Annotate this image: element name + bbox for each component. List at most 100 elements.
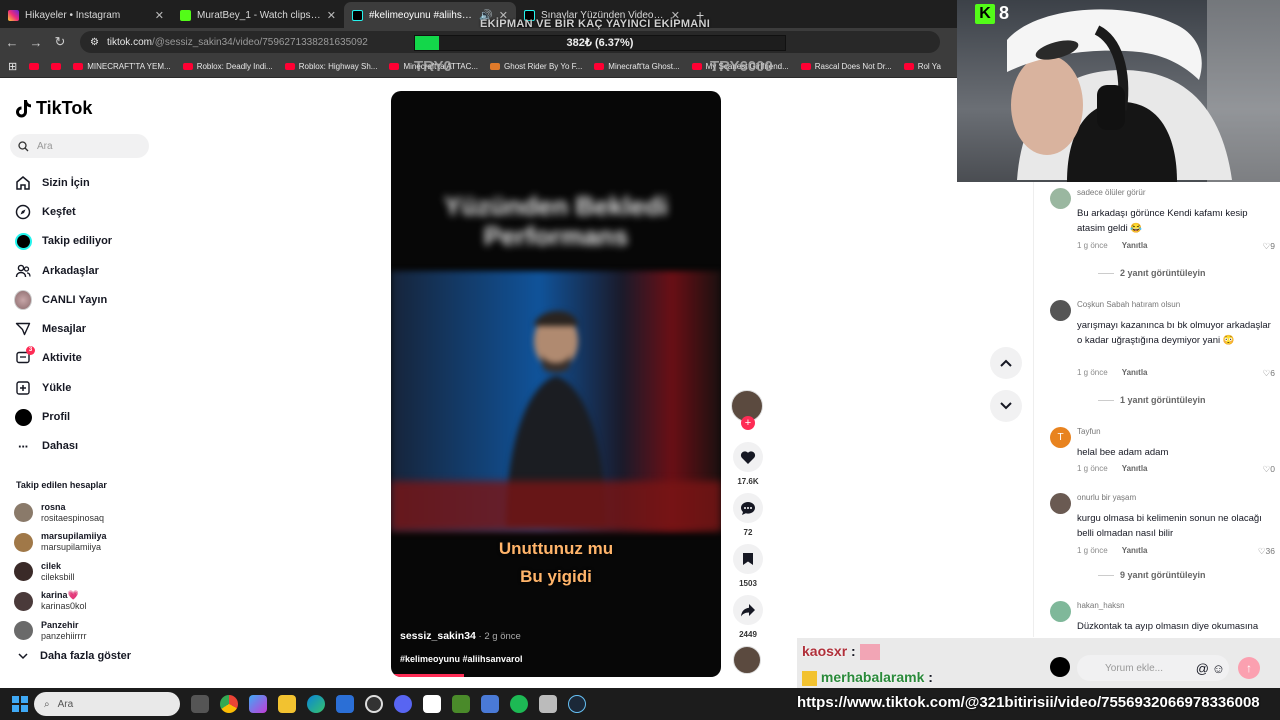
apps-grid-icon[interactable]: ⊞ [8, 60, 17, 73]
commenter-avatar[interactable] [1050, 188, 1071, 209]
following-account[interactable]: rosna rositaespinosaq [14, 498, 154, 528]
edge-icon[interactable] [307, 695, 325, 713]
comment-like-button[interactable]: ♡6 [1263, 368, 1275, 379]
commenter-name[interactable]: sadece ölüler görür [1077, 188, 1145, 197]
bookmark-item[interactable]: Rol Ya [903, 62, 941, 71]
view-replies-button[interactable]: 1 yanıt görüntüleyin [1098, 395, 1206, 405]
app-icon[interactable] [481, 695, 499, 713]
nav-item-messages[interactable]: Mesajlar [14, 314, 154, 343]
obs-icon[interactable] [365, 695, 383, 713]
close-tab-icon[interactable]: ✕ [327, 9, 336, 22]
comment-like-button[interactable]: ♡36 [1258, 546, 1275, 557]
nav-item-explore[interactable]: Keşfet [14, 197, 154, 226]
comment-input[interactable]: Yorum ekle... @ ☺ [1077, 655, 1229, 681]
send-comment-button[interactable]: ↑ [1238, 657, 1260, 679]
nav-item-upload[interactable]: Yükle [14, 373, 154, 402]
tiktok-logo[interactable]: TikTok [16, 98, 92, 119]
comment-meta: 1 g önce Yanıtla [1077, 241, 1148, 250]
nav-item-for-you[interactable]: Sizin İçin [14, 168, 154, 197]
mention-icon[interactable]: @ [1196, 661, 1209, 676]
comment-like-button[interactable]: ♡9 [1263, 241, 1275, 252]
comment-like-button[interactable]: ♡0 [1263, 464, 1275, 475]
home-icon [14, 174, 32, 192]
copilot-icon[interactable] [249, 695, 267, 713]
bookmark-item[interactable]: Ghost Rider By Yo F... [490, 62, 582, 71]
creator-avatar[interactable]: + [731, 390, 763, 430]
reply-button[interactable]: Yanıtla [1122, 241, 1148, 250]
steam-icon[interactable] [568, 695, 586, 713]
emoji-icon[interactable]: ☺ [1212, 661, 1225, 676]
following-account[interactable]: cilek cileksbill [14, 557, 154, 587]
show-more-button[interactable]: Daha fazla göster [18, 650, 131, 662]
next-video-button[interactable] [990, 390, 1022, 422]
windows-start-icon[interactable] [12, 696, 28, 712]
view-replies-button[interactable]: 9 yanıt görüntüleyin [1098, 570, 1206, 580]
bookmark-item[interactable] [29, 63, 40, 70]
close-tab-icon[interactable]: ✕ [155, 9, 164, 22]
following-account[interactable]: marsupilamiiya marsupilamiiya [14, 528, 154, 558]
like-button[interactable] [733, 442, 763, 472]
video-player[interactable]: Yüzünden Bekledi Performans Unuttunuz mu… [391, 91, 721, 677]
spotify-icon[interactable] [510, 695, 528, 713]
search-input[interactable]: Ara [10, 134, 149, 158]
commenter-avatar[interactable] [1050, 601, 1071, 622]
reply-button[interactable]: Yanıtla [1122, 546, 1148, 555]
nav-item-activity[interactable]: 3 Aktivite [14, 344, 154, 373]
reply-button[interactable]: Yanıtla [1122, 464, 1148, 473]
browser-tab[interactable]: MuratBey_1 - Watch clips on Ki ✕ [172, 2, 344, 28]
nav-item-friends[interactable]: Arkadaşlar [14, 256, 154, 285]
bookmark-item[interactable] [51, 63, 62, 70]
view-replies-button[interactable]: 2 yanıt görüntüleyin [1098, 268, 1206, 278]
browser-tab[interactable]: Hikayeler • Instagram ✕ [0, 2, 172, 28]
chrome-icon[interactable] [220, 695, 238, 713]
kick-viewer-count: 8 [999, 3, 1010, 23]
folder-icon[interactable] [278, 695, 296, 713]
minecraft-icon[interactable] [452, 695, 470, 713]
commenter-avatar[interactable] [1050, 300, 1071, 321]
site-info-icon[interactable]: ⚙ [90, 37, 99, 48]
share-button[interactable] [733, 595, 763, 625]
nav-item-following[interactable]: Takip ediliyor [14, 227, 154, 256]
commenter-name[interactable]: onurlu bir yaşam [1077, 493, 1136, 502]
commenter-name[interactable]: Coşkun Sabah hatıram olsun [1077, 300, 1180, 309]
comment-button[interactable] [733, 493, 763, 523]
commenter-avatar[interactable]: T [1050, 427, 1071, 448]
comments-panel: sadece ölüler görür Bu arkadaşı görünce … [1033, 182, 1280, 637]
forward-icon[interactable]: → [24, 35, 48, 50]
bookmark-item[interactable]: MINECRAFT'TA YEM... [73, 62, 171, 71]
commenter-name[interactable]: Tayfun [1077, 427, 1101, 436]
bookmark-item[interactable]: Minecraft'ta Ghost... [594, 62, 680, 71]
store-icon[interactable] [336, 695, 354, 713]
discord-icon[interactable] [394, 695, 412, 713]
following-account[interactable]: Panzehir panzehiirrrr [14, 616, 154, 646]
previous-video-button[interactable] [990, 347, 1022, 379]
capcut-icon[interactable] [423, 695, 441, 713]
follow-plus-icon[interactable]: + [741, 416, 755, 430]
live-icon [14, 289, 32, 310]
reply-button[interactable]: Yanıtla [1122, 368, 1148, 377]
bookmark-icon [743, 553, 753, 565]
task-view-icon[interactable] [191, 695, 209, 713]
nav-item-profile[interactable]: Profil [14, 402, 154, 431]
video-author[interactable]: sessiz_sakin34 · 2 g önce [400, 630, 521, 642]
back-icon[interactable]: ← [0, 35, 24, 50]
following-account[interactable]: karina💗 karinas0kol [14, 587, 154, 617]
bookmark-item[interactable]: Roblox: Highway Sh... [284, 62, 377, 71]
video-progress-bar[interactable] [391, 674, 464, 677]
youtube-icon [284, 63, 295, 70]
youtube-icon [800, 63, 811, 70]
bookmark-item[interactable]: Roblox: Deadly Indi... [182, 62, 273, 71]
save-button[interactable] [733, 544, 763, 574]
nav-item-more[interactable]: ··· Dahası [14, 432, 154, 461]
heart-icon [740, 450, 756, 464]
bookmark-item[interactable]: Rascal Does Not Dr... [800, 62, 892, 71]
sound-avatar[interactable] [733, 646, 761, 674]
following-accounts-list: rosna rositaespinosaq marsupilamiiya marsu… [14, 498, 154, 646]
commenter-avatar[interactable] [1050, 493, 1071, 514]
commenter-name[interactable]: hakan_haksn [1077, 601, 1125, 610]
nav-item-live[interactable]: CANLI Yayın [14, 285, 154, 314]
video-hashtags[interactable]: #kelimeoyunu #aliihsanvarol [400, 654, 523, 664]
app2-icon[interactable] [539, 695, 557, 713]
reload-icon[interactable]: ↻ [48, 34, 72, 50]
taskbar-search[interactable]: ⌕ Ara [34, 692, 180, 716]
